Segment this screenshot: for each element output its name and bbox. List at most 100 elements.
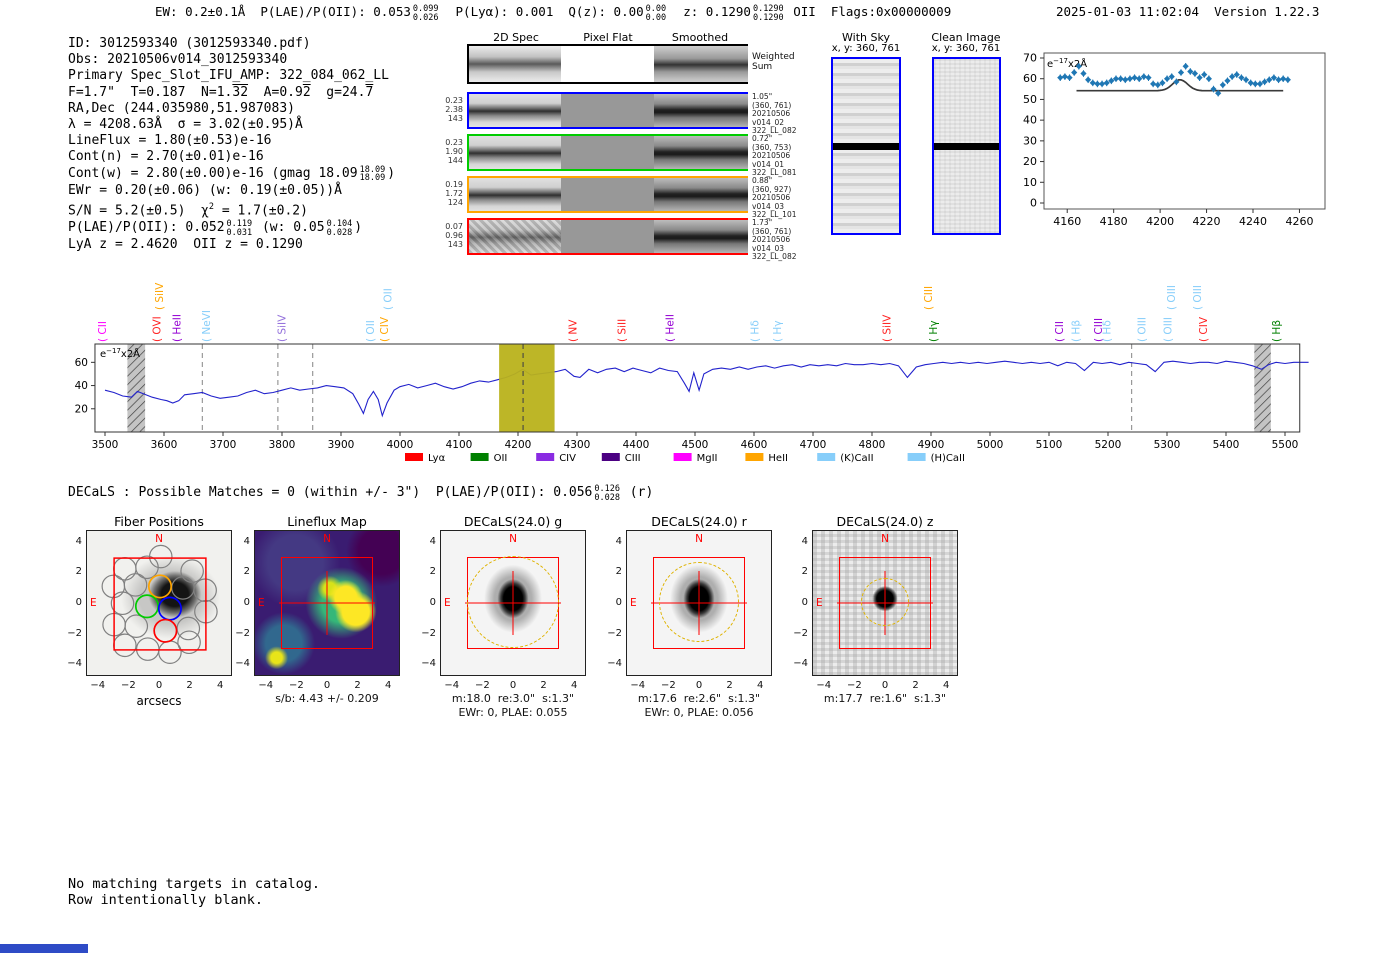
spec2d-col-title: Pixel Flat (583, 31, 633, 44)
info-line: RA,Dec (244.035980,51.987083) (68, 100, 295, 116)
svg-text:4100: 4100 (446, 439, 473, 451)
spec2d-row-left-labels: 0.07 0.96 143 (445, 222, 463, 249)
bottom-blue-bar (0, 944, 88, 953)
svg-text:3900: 3900 (328, 439, 355, 451)
y-tick-label: 2 (615, 566, 622, 578)
spec2d-row-4 (467, 218, 748, 255)
svg-text:4400: 4400 (623, 439, 650, 451)
y-tick-label: −2 (607, 627, 622, 639)
spec2d-row-left-labels: 0.19 1.72 124 (445, 180, 463, 207)
svg-text:CIII: CIII (625, 453, 641, 464)
spec2d-row-1 (467, 92, 748, 129)
svg-text:5500: 5500 (1272, 439, 1299, 451)
x-tick-label: 4 (217, 680, 224, 691)
emission-line-label: ( CII (97, 321, 109, 342)
x-tick-label: −4 (444, 680, 460, 691)
svg-text:4180: 4180 (1100, 215, 1128, 228)
y-tick-label: 0 (801, 597, 808, 608)
x-tick-label: −4 (630, 680, 646, 691)
x-tick-label: 0 (881, 680, 889, 691)
x-tick-label: −2 (661, 680, 676, 691)
spec2d-row-3 (467, 176, 748, 213)
cutout-decals-r: NE (626, 530, 772, 676)
emission-line-label: ( OVI (151, 316, 163, 342)
svg-text:4600: 4600 (741, 439, 768, 451)
catalog-footer: No matching targets in catalog. Row inten… (68, 876, 320, 908)
sky-panel-dark-band (934, 142, 999, 150)
svg-text:OII: OII (494, 453, 508, 464)
north-label: N (155, 533, 163, 545)
y-tick-label: −2 (793, 627, 808, 639)
x-tick-label: 2 (354, 680, 361, 691)
y-tick-label: 4 (801, 535, 808, 547)
spec2d-cell-smoothed (653, 220, 748, 253)
y-tick-label: 2 (75, 566, 82, 578)
spec2d-cell-pixelflat (561, 220, 654, 253)
svg-text:5000: 5000 (977, 439, 1004, 451)
svg-text:4900: 4900 (918, 439, 945, 451)
svg-text:3500: 3500 (92, 439, 119, 451)
y-tick-label: 0 (75, 597, 82, 608)
svg-text:HeII: HeII (768, 453, 788, 464)
svg-text:40: 40 (1023, 114, 1037, 127)
svg-text:60: 60 (1023, 72, 1037, 85)
emission-line-label: ( HeII (171, 314, 183, 342)
elixer-report-page: EW: 0.2±0.1Å P(LAE)/P(OII): 0.053 0.099 0.… (0, 0, 1400, 953)
spec2d-col-title: Smoothed (671, 31, 729, 44)
info-line: λ = 4208.63Å σ = 3.02(±0.95)Å (68, 117, 303, 133)
x-tick-label: −2 (121, 680, 136, 691)
footer-line: Row intentionally blank. (68, 892, 264, 908)
x-tick-label: −2 (289, 680, 304, 691)
spec2d-cell-pixelflat (561, 94, 654, 127)
info-line: EWr = 0.20(±0.06) (w: 0.19(±0.05))Å (68, 183, 342, 199)
y-tick-label: 4 (243, 535, 250, 547)
emission-line-label: ( HeII (665, 314, 677, 342)
spec2d-cell-2dspec (469, 220, 562, 253)
east-label: E (630, 597, 637, 609)
y-tick-label: −2 (235, 627, 250, 639)
spec2d-row-0 (467, 44, 748, 84)
cutout-decals-z: NE (812, 530, 958, 676)
svg-text:70: 70 (1023, 52, 1037, 65)
emission-line-label: ( SiIV (154, 282, 166, 310)
y-tick-label: 0 (615, 597, 622, 608)
emission-line-label: ( OIII (1166, 285, 1178, 310)
svg-text:3600: 3600 (151, 439, 178, 451)
emission-line-label: ( OIII (1137, 317, 1149, 342)
cutout-title-fiber-positions: Fiber Positions (114, 514, 204, 529)
y-tick-label: 0 (243, 597, 250, 608)
spec2d-cell-2dspec (469, 46, 562, 82)
svg-text:0: 0 (1030, 197, 1037, 210)
full-spectrum-chart: 3500 3600 3700 3800 3900 4000 4100 4200 4300 4400… (75, 282, 1309, 464)
cutout-title-decals-g: DECaLS(24.0) g (463, 514, 563, 529)
svg-text:20: 20 (75, 403, 88, 415)
svg-text:3700: 3700 (210, 439, 237, 451)
svg-text:3800: 3800 (269, 439, 296, 451)
emission-line-label: ( Hγ (928, 320, 940, 342)
emission-line-label: ( CIV (379, 316, 391, 342)
emission-line-label: ( Hδ (1101, 320, 1113, 342)
cutout-decals-g: NE (440, 530, 586, 676)
y-tick-label: −4 (793, 658, 808, 670)
spec2d-row-2 (467, 134, 748, 171)
report-date: 2025-01-03 11:02:04 (1056, 4, 1199, 19)
svg-text:60: 60 (75, 357, 88, 369)
spec2d-cell-2dspec (469, 136, 562, 169)
aperture-circle (861, 577, 909, 626)
svg-text:4300: 4300 (564, 439, 591, 451)
svg-text:CIV: CIV (559, 453, 576, 464)
east-label: E (258, 597, 265, 609)
svg-text:5300: 5300 (1154, 439, 1181, 451)
spec2d-row-left-labels: 0.23 1.90 144 (445, 138, 463, 165)
spec2d-cell-2dspec (469, 94, 562, 127)
x-tick-label: 2 (186, 680, 193, 691)
spec2d-row-right-labels: 1.73" (360, 761) 20210506 v014_03 322_LL_082 (752, 218, 797, 262)
info-line: F=1.7" T=0.187 N=1.32 A=0.92 g=24.7 (68, 84, 374, 100)
svg-text:4800: 4800 (859, 439, 886, 451)
cutout-caption: s/b: 4.43 +/- 0.209 (275, 692, 379, 705)
decals-match-line: DECaLS : Possible Matches = 0 (within +/… (68, 484, 654, 503)
x-tick-label: −4 (90, 680, 106, 691)
y-tick-label: 0 (429, 597, 436, 608)
info-line: P(LAE)/P(OII): 0.052 0.119 0.031 (w: 0.05 0… (68, 218, 363, 238)
emission-line-label: ( OII (383, 288, 395, 310)
